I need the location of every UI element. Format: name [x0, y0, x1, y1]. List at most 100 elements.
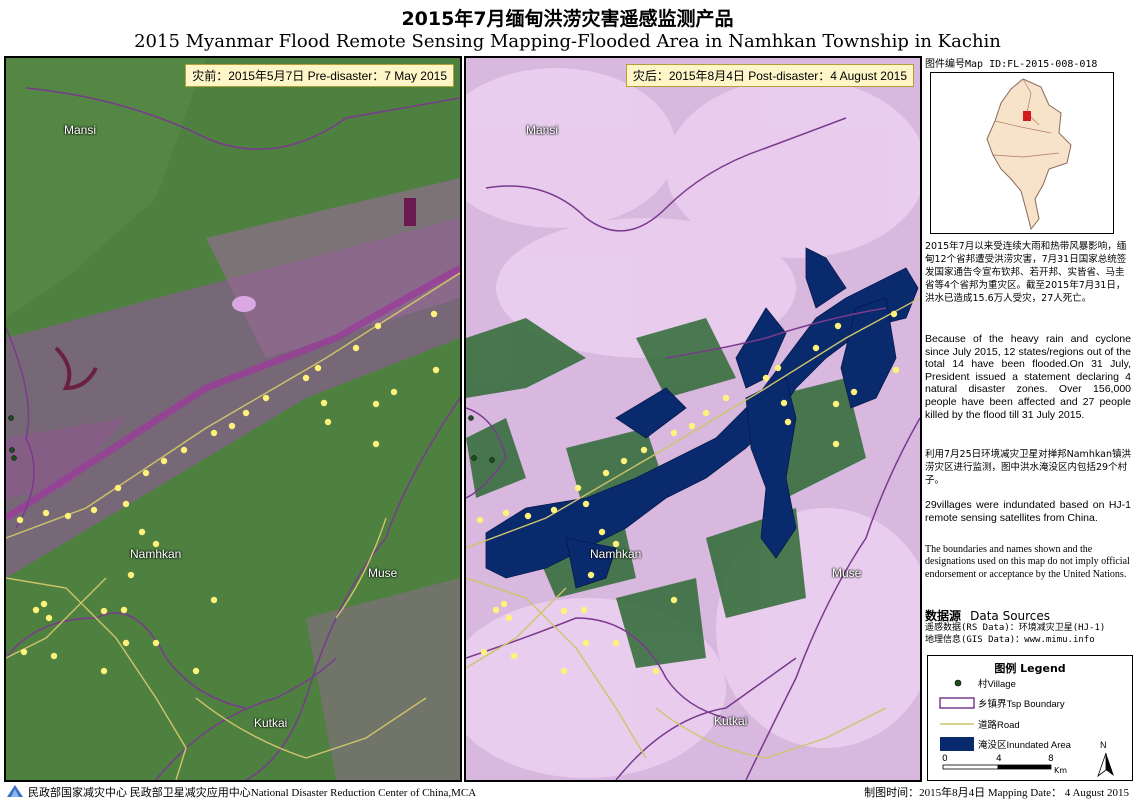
village-marker: [40, 600, 48, 608]
village-marker: [510, 652, 518, 660]
disclaimer: The boundaries and names shown and the d…: [925, 544, 1130, 580]
footer-organization-text: 民政部国家减灾中心 民政部卫星减灾应用中心National Disaster R…: [28, 787, 477, 799]
description-en: Because of the heavy rain and cyclone si…: [925, 333, 1131, 421]
village-marker: [850, 388, 858, 396]
village-marker: [100, 667, 108, 675]
map-title-en: 2015 Myanmar Flood Remote Sensing Mappin…: [134, 31, 1001, 52]
post-disaster-imagery: [466, 58, 920, 780]
village-marker: [574, 484, 582, 492]
post-disaster-date-label: 灾后：2015年8月4日 Post-disaster：4 August 2015: [625, 64, 914, 87]
village-marker: [352, 344, 360, 352]
village-marker: [372, 400, 380, 408]
village-marker: [476, 516, 484, 524]
village-marker: [762, 374, 770, 382]
village-marker: [832, 400, 840, 408]
legend-inundated: 淹没区Inundated Area: [938, 736, 1071, 752]
village-marker: [320, 399, 328, 407]
village-marker: [262, 394, 270, 402]
village-marker: [688, 422, 696, 430]
village-marker: [832, 440, 840, 448]
village-marker: [314, 364, 322, 372]
place-label-namhkan: Namhkan: [590, 547, 642, 561]
village-marker: [100, 607, 108, 615]
village-marker: [42, 509, 50, 517]
village-marker: [138, 528, 146, 536]
village-marker: [228, 422, 236, 430]
data-sources-title-cn: 数据源: [925, 609, 962, 623]
north-arrow-icon: [1097, 752, 1114, 778]
village-marker: [890, 310, 898, 318]
legend-road: 道路Road: [938, 717, 1020, 731]
post-disaster-map[interactable]: 灾后：2015年8月4日 Post-disaster：4 August 2015…: [464, 56, 922, 782]
village-marker: [774, 364, 782, 372]
north-label: N: [1100, 740, 1107, 750]
legend-road-label: 道路Road: [978, 720, 1020, 731]
scale-tick-0: 0: [942, 754, 948, 764]
pre-disaster-date-label: 灾前：2015年5月7日 Pre-disaster：7 May 2015: [185, 64, 454, 87]
village-marker: [602, 469, 610, 477]
village-marker: [50, 652, 58, 660]
village-marker: [142, 469, 150, 477]
footer-organization: 民政部国家减灾中心 民政部卫星减灾应用中心National Disaster R…: [6, 784, 476, 800]
village-marker: [670, 429, 678, 437]
village-marker: [120, 606, 128, 614]
legend-title: 图例 Legend: [994, 662, 1066, 675]
place-label-kutkai: Kutkai: [714, 714, 748, 728]
village-marker: [582, 639, 590, 647]
village-marker: [722, 394, 730, 402]
village-marker: [620, 457, 628, 465]
place-label-muse: Muse: [368, 566, 398, 580]
inundated-symbol-icon: [940, 737, 974, 751]
village-marker: [612, 639, 620, 647]
village-marker: [372, 440, 380, 448]
village-marker: [550, 506, 558, 514]
village-marker: [210, 596, 218, 604]
ndrc-logo-icon: [7, 785, 23, 797]
pre-disaster-imagery: [6, 58, 460, 780]
village-marker: [480, 648, 488, 656]
village-marker: [210, 429, 218, 437]
scale-unit: Km: [1054, 766, 1067, 775]
village-marker: [560, 667, 568, 675]
village-marker: [192, 667, 200, 675]
village-marker: [492, 606, 500, 614]
village-marker: [16, 516, 24, 524]
village-marker: [834, 322, 842, 330]
legend-village: 村Village: [938, 676, 1016, 690]
village-marker: [580, 606, 588, 614]
village-marker: [502, 509, 510, 517]
village-marker: [892, 366, 900, 374]
village-marker: [812, 344, 820, 352]
data-source-rs: 遥感数据(RS Data)：环境减灾卫星(HJ-1): [925, 623, 1106, 633]
road-symbol-icon: [940, 723, 974, 725]
village-marker: [242, 409, 250, 417]
village-marker: [784, 418, 792, 426]
footer-mapping-date: 制图时间：2015年8月4日 Mapping Date： 4 August 20…: [864, 787, 1129, 799]
village-marker: [582, 500, 590, 508]
village-marker: [500, 600, 508, 608]
village-marker: [20, 648, 28, 656]
monitoring-note-cn: 利用7月25日环境减灾卫星对掸邦Namhkan镇洪涝灾区进行监测，图中洪水淹没区…: [925, 449, 1132, 486]
village-marker: [302, 374, 310, 382]
scale-tick-4: 4: [996, 754, 1002, 764]
village-marker: [587, 571, 595, 579]
legend-village-label: 村Village: [978, 679, 1016, 690]
boundary-symbol-icon: [939, 697, 975, 709]
data-sources-title-en: Data Sources: [970, 609, 1051, 623]
data-source-gis: 地理信息(GIS Data)：www.mimu.info: [925, 635, 1095, 645]
village-marker: [432, 366, 440, 374]
locator-map: [930, 72, 1114, 234]
village-marker: [560, 607, 568, 615]
monitoring-note-en: 29villages were indundated based on HJ-1…: [925, 499, 1131, 524]
village-marker: [32, 606, 40, 614]
village-marker: [122, 639, 130, 647]
village-marker: [780, 399, 788, 407]
village-marker: [524, 512, 532, 520]
village-marker: [640, 446, 648, 454]
village-marker: [64, 512, 72, 520]
village-marker: [324, 418, 332, 426]
village-marker: [160, 457, 168, 465]
village-marker: [152, 639, 160, 647]
description-cn: 2015年7月以来受连续大雨和热带风暴影响，缅甸12个省邦遭受洪涝灾害，7月31…: [925, 241, 1127, 304]
pre-disaster-map[interactable]: 灾前：2015年5月7日 Pre-disaster：7 May 2015 Man…: [4, 56, 462, 782]
